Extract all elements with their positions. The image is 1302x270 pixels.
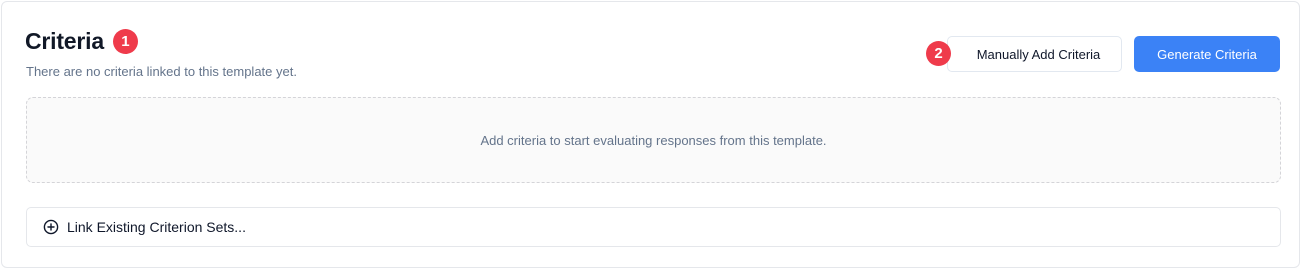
manually-add-criteria-button[interactable]: Manually Add Criteria xyxy=(947,36,1122,72)
generate-criteria-button[interactable]: Generate Criteria xyxy=(1134,36,1280,72)
link-existing-label: Link Existing Criterion Sets... xyxy=(67,219,246,235)
annotation-badge-1: 1 xyxy=(112,29,138,54)
empty-state-box: Add criteria to start evaluating respons… xyxy=(26,97,1281,183)
plus-circle-icon xyxy=(43,219,59,235)
page-title: Criteria xyxy=(25,28,104,54)
criteria-card: Criteria 1 There are no criteria linked … xyxy=(1,1,1300,268)
empty-state-message: Add criteria to start evaluating respons… xyxy=(480,132,827,148)
link-existing-criterion-sets-button[interactable]: Link Existing Criterion Sets... xyxy=(26,207,1281,247)
criteria-header: Criteria 1 xyxy=(25,28,138,55)
annotation-badge-2: 2 xyxy=(926,41,951,66)
page-subtitle: There are no criteria linked to this tem… xyxy=(26,64,297,79)
